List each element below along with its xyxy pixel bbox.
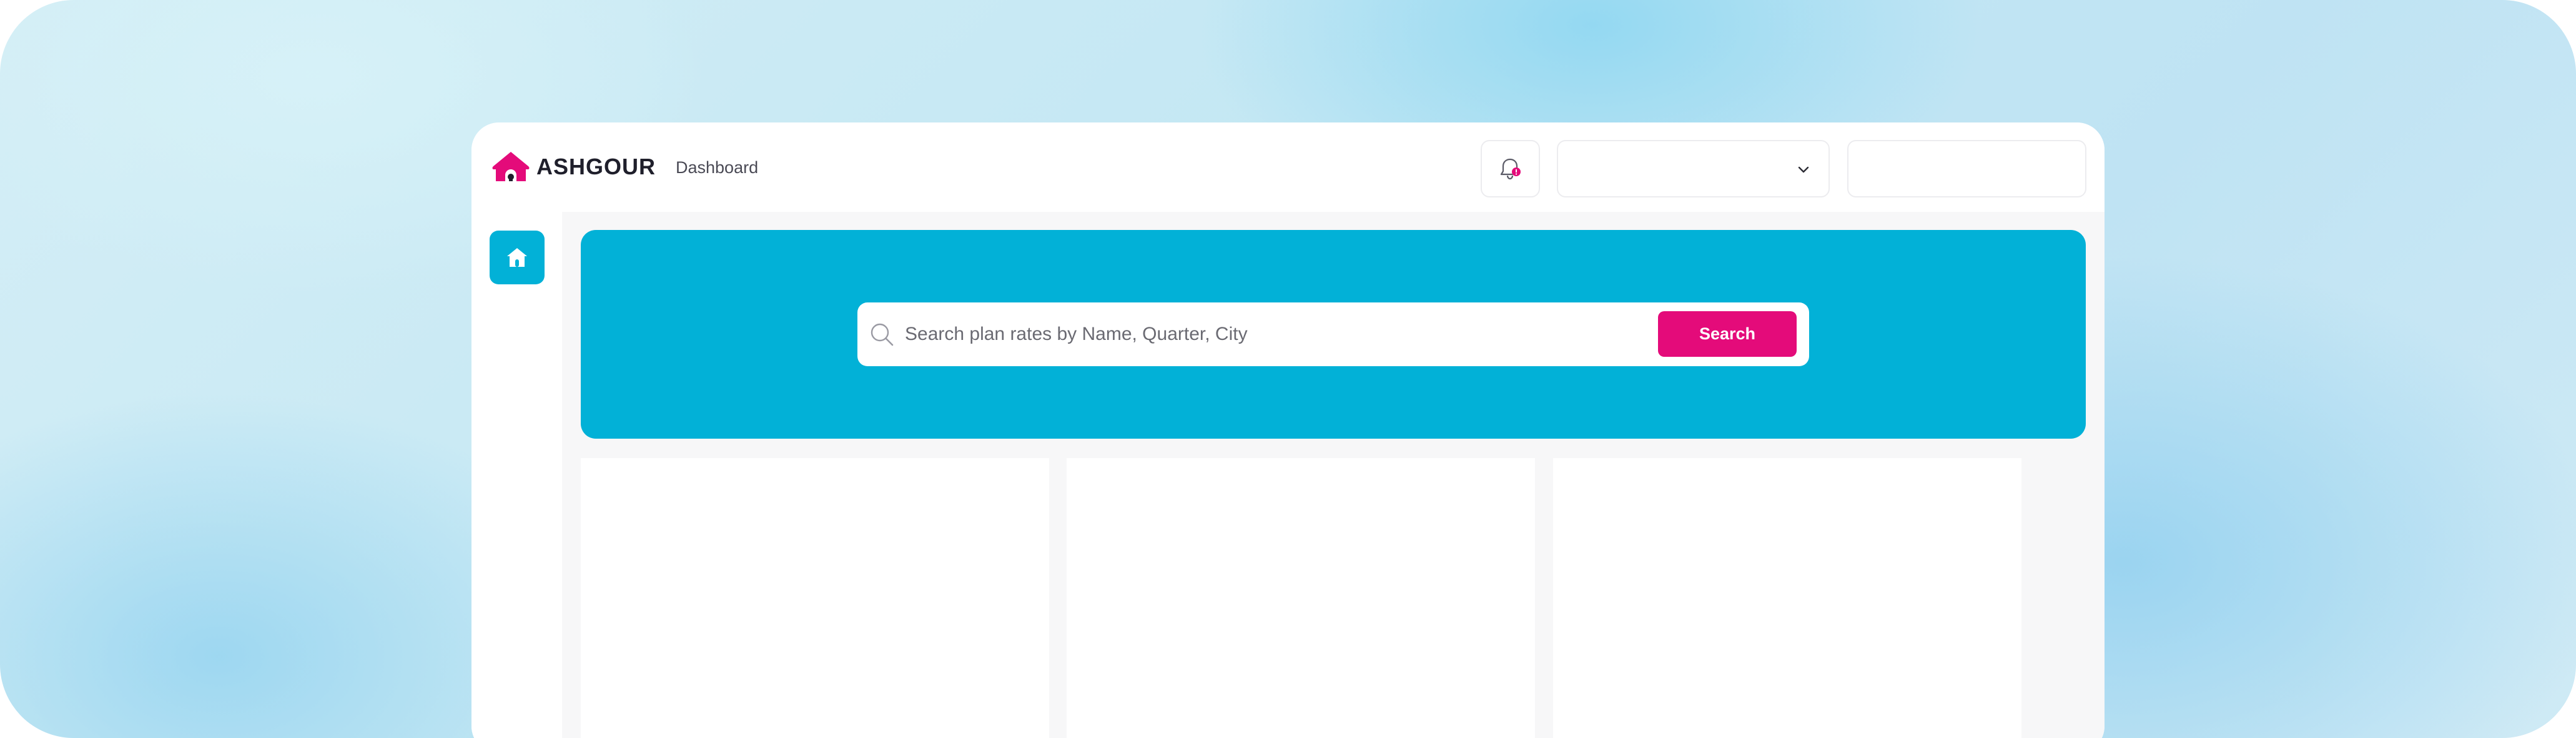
header-user-box[interactable] [1847, 140, 2086, 197]
chevron-down-icon [1798, 166, 1809, 173]
dashboard-card [581, 458, 1049, 738]
search-input[interactable] [905, 314, 1642, 355]
dashboard-card [1067, 458, 1535, 738]
bell-icon [1500, 158, 1521, 180]
app-window: ASHGOUR Dashboard Search plan rates by N… [471, 122, 2105, 738]
nav-dashboard-link[interactable]: Dashboard [676, 155, 758, 180]
header-select[interactable] [1557, 140, 1830, 197]
search-button[interactable]: Search [1658, 311, 1797, 357]
home-icon [507, 248, 527, 267]
logo[interactable]: ASHGOUR [490, 149, 656, 185]
search-icon [871, 323, 894, 346]
main-content: Search [562, 212, 2105, 738]
sidebar [471, 212, 562, 738]
dashboard-card [1553, 458, 2021, 738]
background: ASHGOUR Dashboard Search plan rates by N… [0, 0, 2576, 738]
logo-icon [492, 152, 530, 181]
sidebar-item-home[interactable] [490, 231, 545, 284]
notifications-button[interactable] [1481, 140, 1540, 197]
search-hero-banner: Search [581, 230, 2086, 439]
top-header: ASHGOUR Dashboard [471, 122, 2105, 212]
logo-text: ASHGOUR [536, 154, 656, 179]
search-bar: Search [857, 302, 1809, 366]
